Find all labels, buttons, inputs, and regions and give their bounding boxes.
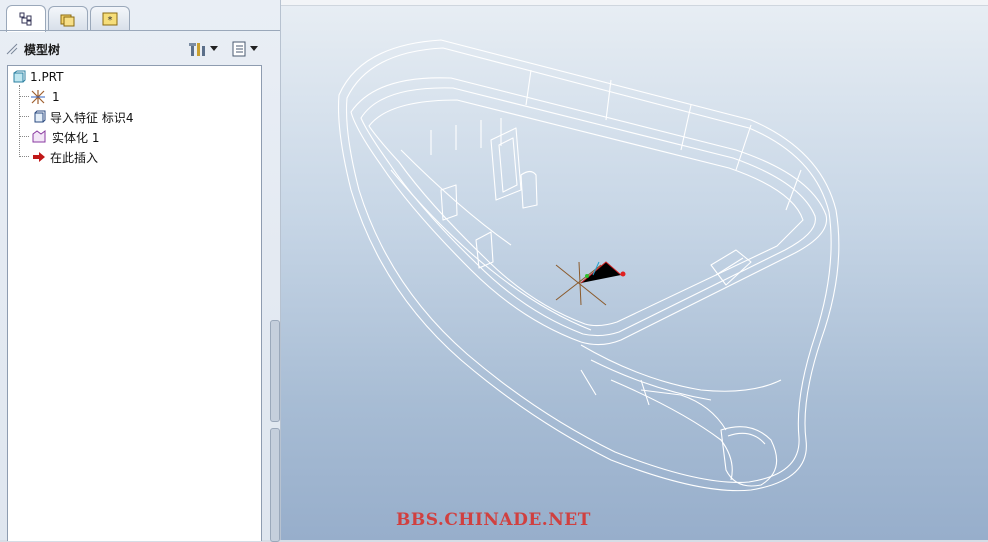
- chevron-down-icon: [210, 46, 218, 51]
- model-tree-panel: * 模型树 1.PRT 1 导入特征 标识4 实体化 1 在此插入: [0, 0, 281, 542]
- panel-grip-icon: [6, 43, 18, 55]
- tab-model-tree[interactable]: [6, 5, 46, 32]
- tree-show-button[interactable]: [230, 39, 258, 59]
- favorites-icon: *: [102, 12, 118, 26]
- tree-item-csys[interactable]: 1: [30, 88, 60, 106]
- import-feature-icon: [34, 110, 46, 123]
- folder-browser-icon: [60, 14, 75, 27]
- model-wireframe: [337, 39, 840, 492]
- tree-item-import-feature[interactable]: 导入特征 标识4: [32, 108, 133, 126]
- part-icon: [13, 70, 26, 83]
- model-tree-icon: [19, 12, 32, 26]
- tree-item-part[interactable]: 1.PRT: [12, 68, 63, 86]
- navigator-tabs: *: [0, 0, 280, 32]
- model-tree-title: 模型树: [24, 43, 61, 57]
- panel-splitter[interactable]: [270, 320, 280, 542]
- tree-item-label: 1: [52, 90, 60, 104]
- tree-show-icon: [232, 41, 246, 57]
- model-tree-header: 模型树: [0, 36, 270, 62]
- tree-settings-icon: [189, 43, 205, 56]
- insert-here-arrow-icon: [33, 152, 45, 162]
- tree-item-label: 导入特征 标识4: [50, 110, 134, 125]
- model-tree: 1.PRT 1 导入特征 标识4 实体化 1 在此插入: [7, 65, 262, 541]
- tree-item-label: 1.PRT: [30, 70, 64, 84]
- chevron-down-icon: [250, 46, 258, 51]
- tree-item-insert-here[interactable]: 在此插入: [32, 148, 98, 166]
- csys-triad: [555, 261, 626, 306]
- tree-item-label: 在此插入: [50, 150, 99, 165]
- tab-folder-browser[interactable]: [48, 6, 88, 31]
- svg-text:*: *: [108, 15, 113, 26]
- solidify-icon: [32, 130, 46, 143]
- graphics-viewport[interactable]: BBS.CHINADE.NET: [281, 0, 988, 540]
- watermark-text: BBS.CHINADE.NET: [396, 510, 591, 530]
- tree-item-label: 实体化 1: [52, 130, 100, 145]
- tree-item-solidify[interactable]: 实体化 1: [32, 128, 99, 146]
- csys-icon: [31, 90, 45, 104]
- tree-settings-button[interactable]: [188, 39, 218, 59]
- tab-favorites[interactable]: *: [90, 6, 130, 31]
